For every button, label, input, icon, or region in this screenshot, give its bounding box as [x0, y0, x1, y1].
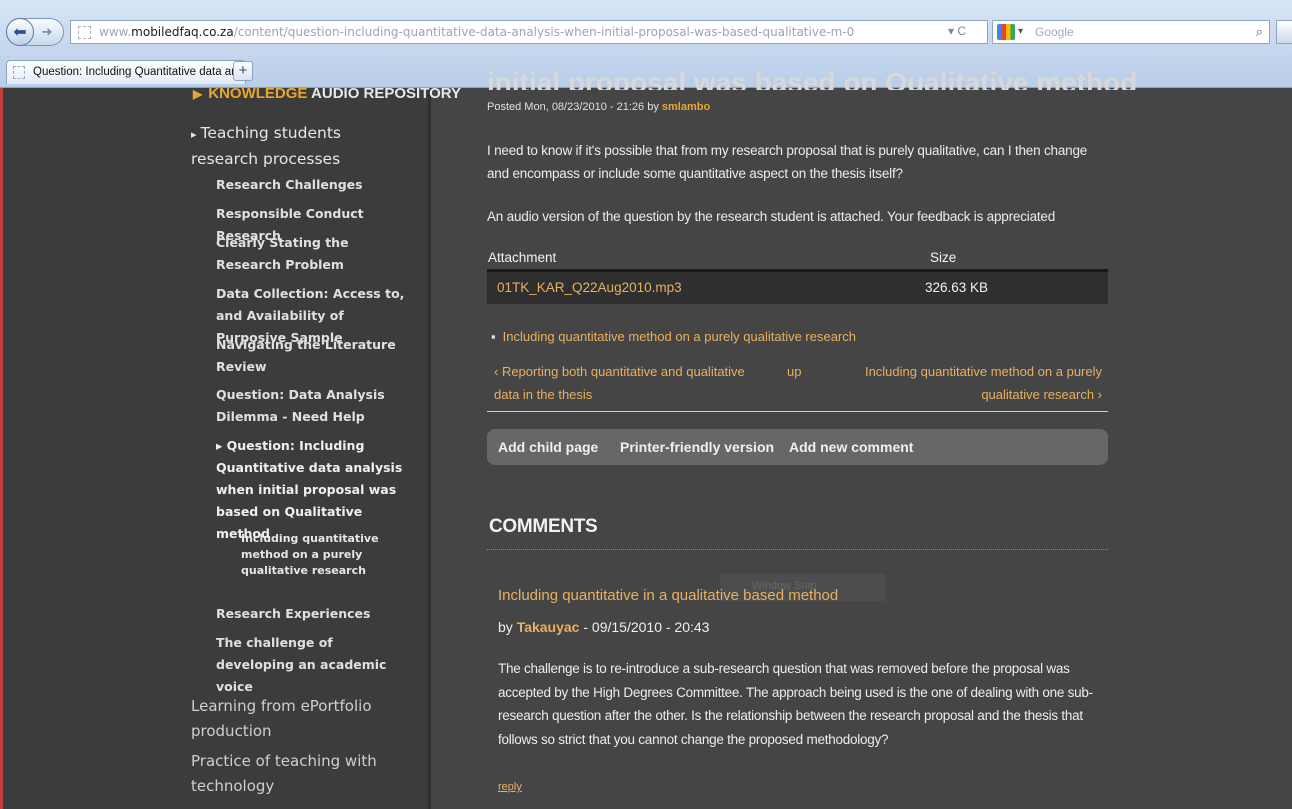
- comment-body: The challenge is to re-introduce a sub-r…: [498, 661, 1093, 747]
- sidebar-top-prefix: KNOWLEDGE: [208, 85, 308, 102]
- child-page-label: Including quantitative method on a purel…: [502, 329, 856, 344]
- home-button[interactable]: [1276, 20, 1292, 44]
- google-logo-icon: [997, 24, 1015, 40]
- divider: [487, 411, 1108, 412]
- reply-link[interactable]: reply: [498, 781, 522, 793]
- page-title: initial proposal was based on Qualitativ…: [487, 67, 1138, 90]
- article-body-2: An audio version of the question by the …: [487, 209, 1056, 224]
- sidebar-item-child[interactable]: Including quantitative method on a purel…: [241, 531, 391, 579]
- comment-title-link[interactable]: Including quantitative in a qualitative …: [498, 587, 838, 604]
- back-arrow-icon[interactable]: ⬅: [6, 18, 34, 46]
- previous-page-link[interactable]: ‹ Reporting both quantitative and qualit…: [494, 360, 754, 406]
- search-icon[interactable]: ⌕: [1256, 21, 1263, 43]
- forward-arrow-icon[interactable]: ➜: [34, 24, 60, 40]
- dotted-divider: [487, 549, 1108, 550]
- sidebar-item-research-challenges[interactable]: Research Challenges: [216, 174, 406, 196]
- comment-date: - 09/15/2010 - 20:43: [583, 619, 710, 635]
- url-path: /content/question-including-quantitative…: [233, 25, 855, 39]
- next-page-link[interactable]: Including quantitative method on a purel…: [862, 360, 1102, 406]
- caret-right-icon: ▸: [216, 438, 227, 453]
- up-link[interactable]: up: [787, 360, 801, 383]
- chevron-down-icon[interactable]: ▾: [1018, 21, 1023, 43]
- search-box[interactable]: ▾ Google ⌕: [992, 20, 1270, 44]
- search-placeholder: Google: [1035, 25, 1074, 39]
- sidebar-item-literature-review[interactable]: Navigating the Literature Review: [216, 334, 406, 378]
- posted-date: Posted Mon, 08/23/2010 - 21:26 by: [487, 101, 659, 113]
- tab-favicon-icon: [13, 66, 25, 79]
- comment-by: by: [498, 619, 513, 635]
- sidebar-active-label: Question: Including Quantitative data an…: [216, 438, 403, 541]
- child-page-link[interactable]: ▪ Including quantitative method on a pure…: [491, 329, 856, 344]
- sidebar-section-knowledge-audio-repository[interactable]: ▶ KNOWLEDGE AUDIO REPOSITORY: [193, 85, 461, 102]
- attachment-size: 326.63 KB: [925, 280, 989, 295]
- sidebar-item-research-problem[interactable]: Clearly Stating the Research Problem: [216, 232, 406, 276]
- author-link[interactable]: smlambo: [662, 101, 710, 113]
- attachments-table: Attachment Size 01TK_KAR_Q22Aug2010.mp3 …: [487, 244, 1108, 304]
- sidebar-item-practice-teaching[interactable]: Practice of teaching with technology: [191, 749, 396, 799]
- sidebar-item-eportfolio[interactable]: Learning from ePortfolio production: [191, 694, 396, 744]
- browser-tab[interactable]: Question: Including Quantitative data an…: [6, 60, 246, 84]
- post-meta: Posted Mon, 08/23/2010 - 21:26 by smlamb…: [487, 101, 710, 113]
- column-header-size: Size: [930, 250, 957, 265]
- table-row: 01TK_KAR_Q22Aug2010.mp3 326.63 KB: [487, 272, 1108, 304]
- sidebar-item-data-analysis-dilemma[interactable]: Question: Data Analysis Dilemma - Need H…: [216, 384, 406, 428]
- column-header-attachment: Attachment: [488, 250, 557, 265]
- sidebar-item-active[interactable]: ▸ Question: Including Quantitative data …: [216, 435, 406, 545]
- comments-heading: COMMENTS: [489, 516, 598, 537]
- site-favicon-icon: [78, 26, 91, 39]
- new-tab-button[interactable]: +: [233, 61, 253, 81]
- url-domain: mobiledfaq.co.za: [131, 25, 234, 39]
- sidebar-item-research-experiences[interactable]: Research Experiences: [216, 603, 406, 625]
- sidebar-top-suffix: AUDIO REPOSITORY: [311, 85, 462, 102]
- triangle-right-icon: ▶: [193, 87, 203, 101]
- reload-icon[interactable]: ▾ C: [948, 24, 966, 38]
- sidebar-section-label: Teaching students research processes: [191, 124, 341, 168]
- bullet-icon: ▪: [491, 329, 496, 344]
- attachment-file-link[interactable]: 01TK_KAR_Q22Aug2010.mp3: [497, 280, 682, 295]
- printer-friendly-link[interactable]: Printer-friendly version: [620, 439, 774, 455]
- sidebar-item-teaching-students[interactable]: ▸ Teaching students research processes: [191, 121, 396, 171]
- comment-user-link[interactable]: Takauyac: [517, 619, 580, 635]
- sidebar-item-academic-voice[interactable]: The challenge of developing an academic …: [216, 632, 406, 698]
- address-bar[interactable]: www.mobiledfaq.co.za/content/question-in…: [70, 20, 988, 44]
- comment-meta: by Takauyac - 09/15/2010 - 20:43: [498, 619, 709, 635]
- table-header: Attachment Size: [487, 244, 1108, 272]
- tab-title: Question: Including Quantitative data an…: [33, 66, 246, 78]
- caret-right-icon: ▸: [191, 128, 197, 141]
- add-child-page-link[interactable]: Add child page: [498, 439, 598, 455]
- node-links-bar: Add child page Printer-friendly version …: [487, 429, 1108, 465]
- add-comment-link[interactable]: Add new comment: [789, 439, 913, 455]
- article-body-1: I need to know if it's possible that fro…: [487, 143, 1088, 181]
- url-prefix: www.: [99, 25, 132, 39]
- navigation-buttons: ⬅ ➜: [6, 18, 64, 46]
